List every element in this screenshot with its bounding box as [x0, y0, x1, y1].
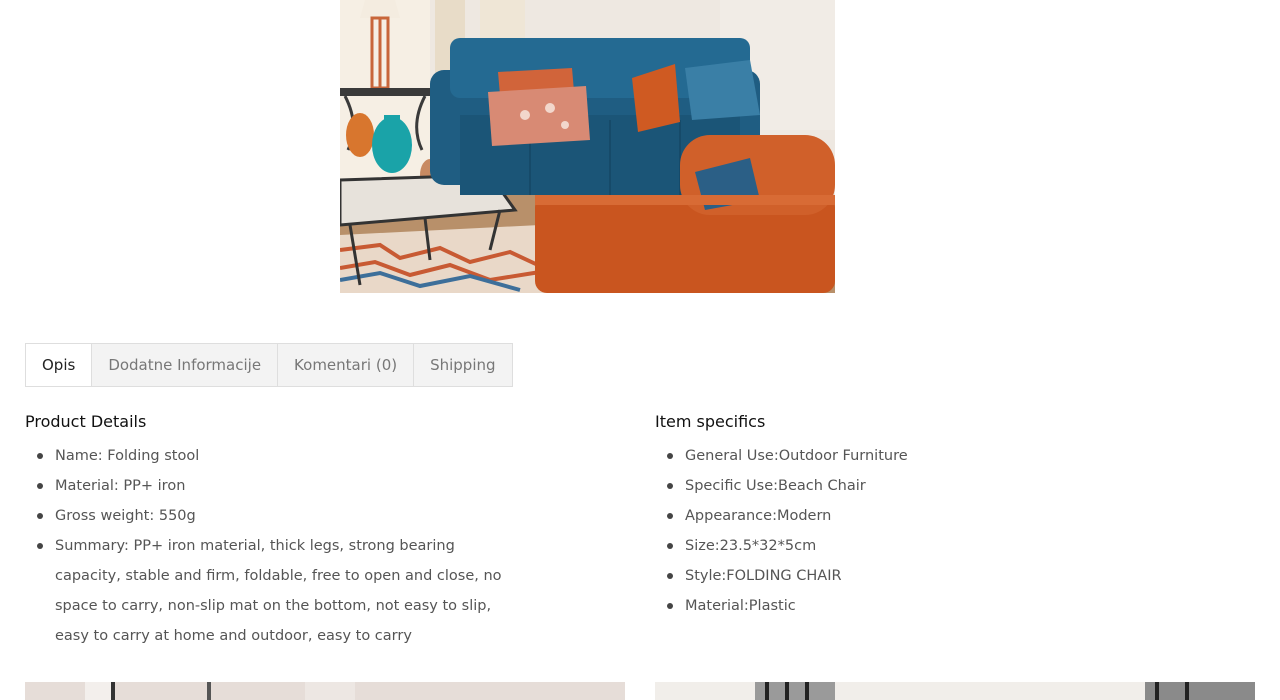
list-item: Material: PP+ iron	[25, 471, 520, 501]
product-photo-right	[655, 682, 1255, 700]
list-item: Name: Folding stool	[25, 441, 520, 471]
tab-dodatne-informacije[interactable]: Dodatne Informacije	[91, 344, 278, 386]
product-tabs: Opis Dodatne Informacije Komentari (0) S…	[25, 343, 513, 387]
list-item: Material:Plastic	[655, 591, 1255, 621]
list-item: Specific Use:Beach Chair	[655, 471, 1255, 501]
tab-shipping[interactable]: Shipping	[413, 344, 512, 386]
product-details-list: Name: Folding stool Material: PP+ iron G…	[25, 441, 625, 651]
item-specifics-section: Item specifics General Use:Outdoor Furni…	[655, 410, 1255, 621]
list-item: General Use:Outdoor Furniture	[655, 441, 1255, 471]
product-details-section: Product Details Name: Folding stool Mate…	[25, 410, 625, 651]
list-item: Appearance:Modern	[655, 501, 1255, 531]
product-details-heading: Product Details	[25, 412, 147, 431]
list-item: Style:FOLDING CHAIR	[655, 561, 1255, 591]
tab-komentari[interactable]: Komentari (0)	[277, 344, 414, 386]
list-item: Summary: PP+ iron material, thick legs, …	[25, 531, 520, 651]
list-item: Size:23.5*32*5cm	[655, 531, 1255, 561]
item-specifics-heading: Item specifics	[655, 412, 766, 431]
tab-opis[interactable]: Opis	[26, 344, 92, 386]
product-photo-left	[25, 682, 625, 700]
product-image	[340, 0, 835, 293]
list-item: Gross weight: 550g	[25, 501, 520, 531]
item-specifics-list: General Use:Outdoor Furniture Specific U…	[655, 441, 1255, 621]
